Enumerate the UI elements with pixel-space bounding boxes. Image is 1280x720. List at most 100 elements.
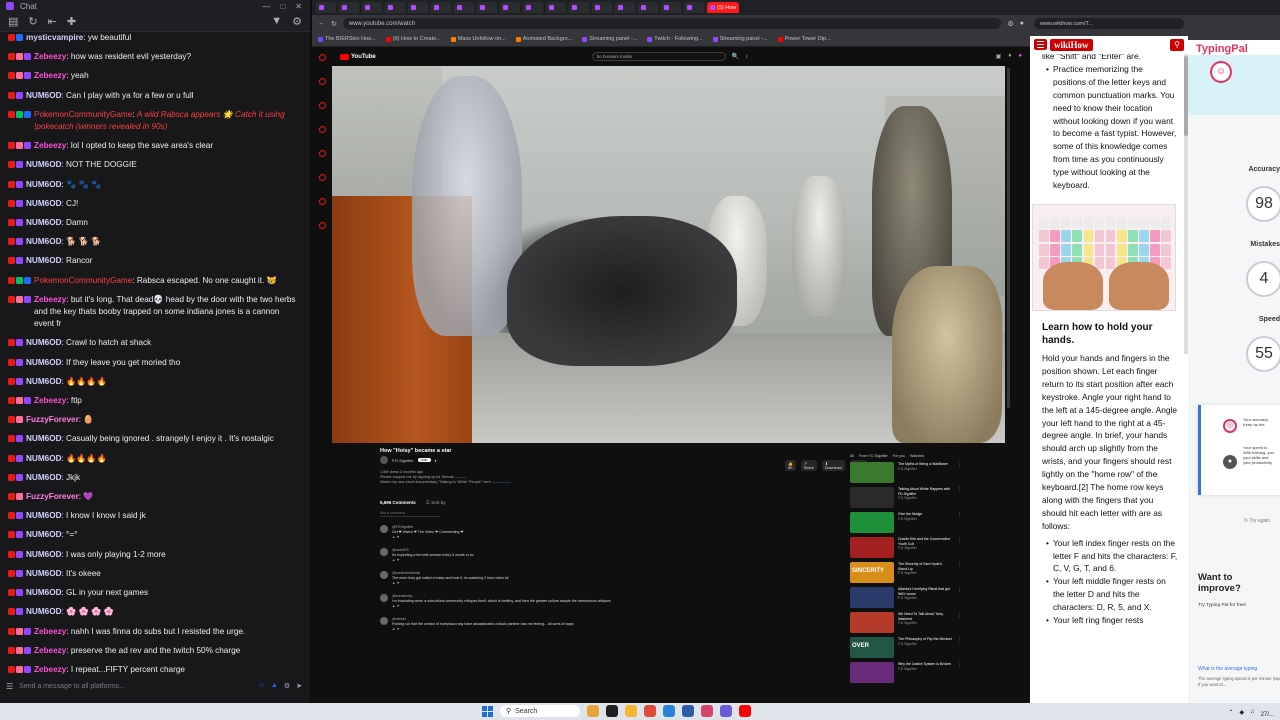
- chat-username[interactable]: NUM6OD: [26, 338, 61, 347]
- filter-icon[interactable]: ▼: [271, 15, 282, 28]
- chat-username[interactable]: NUM6OD: [26, 569, 61, 578]
- browser-tab[interactable]: [684, 2, 704, 13]
- chat-username[interactable]: Zebeezy: [34, 295, 66, 304]
- recommended-video[interactable]: Talking About White Rappers with FD Sign…: [850, 487, 962, 508]
- close-icon[interactable]: ✕: [295, 2, 302, 11]
- bookmark-item[interactable]: The B/ERSkin Hoo...: [318, 36, 376, 42]
- more-options-icon[interactable]: ⋮: [957, 562, 962, 583]
- search-icon[interactable]: 🔍: [732, 53, 739, 60]
- bookmark-item[interactable]: Streaming panel -...: [712, 36, 768, 42]
- chat-username[interactable]: NUM6OD: [26, 91, 61, 100]
- browser-tab[interactable]: [339, 2, 359, 13]
- dislike-icon[interactable]: ▼: [396, 604, 399, 608]
- more-options-icon[interactable]: ⋮: [957, 537, 962, 558]
- notify-bell-icon[interactable]: ♦: [435, 458, 437, 463]
- chat-username[interactable]: PokemonCommunityGame: [34, 276, 132, 285]
- browser-tab[interactable]: [569, 2, 589, 13]
- description-link[interactable]: —————: [492, 480, 511, 484]
- more-options-icon[interactable]: ⋮: [957, 637, 962, 658]
- chat-username[interactable]: NUM6OD: [26, 180, 61, 189]
- browser-tab[interactable]: [500, 2, 520, 13]
- video-action-button[interactable]: ⬇ Download: [821, 460, 845, 471]
- rail-history-icon[interactable]: [318, 150, 326, 157]
- rec-thumbnail[interactable]: [850, 462, 894, 483]
- rail-home-icon[interactable]: [318, 54, 326, 61]
- settings-icon[interactable]: ⚙: [284, 682, 290, 690]
- youtube-search-input[interactable]: bo bookem inside: [591, 52, 726, 61]
- create-icon[interactable]: ▣: [996, 53, 1002, 60]
- browser-tab[interactable]: [546, 2, 566, 13]
- rec-chip[interactable]: Watched: [910, 454, 924, 458]
- commenter-avatar[interactable]: [380, 594, 388, 602]
- article-url-field[interactable]: www.wikihow.com/T...: [1034, 18, 1184, 29]
- chat-username[interactable]: NUM6OD: [26, 237, 61, 246]
- chat-username[interactable]: NUM6OD: [26, 434, 61, 443]
- browser-tab[interactable]: [477, 2, 497, 13]
- recommended-video[interactable]: Atlanta's Horrifying Ritual that got WAY…: [850, 587, 962, 608]
- avatar[interactable]: ●: [1018, 53, 1022, 60]
- add-icon[interactable]: ✚: [67, 15, 76, 28]
- bookmark-item[interactable]: Animated Backgro...: [515, 36, 572, 42]
- windows-start-icon[interactable]: [482, 705, 493, 717]
- browser-tab[interactable]: [385, 2, 405, 13]
- add-comment-input[interactable]: Add a comment...: [380, 511, 440, 517]
- discord-icon[interactable]: [720, 705, 732, 717]
- chat-username[interactable]: NUM6OD: [26, 550, 61, 559]
- chat-username[interactable]: Zebeezy: [34, 627, 66, 636]
- edge-icon[interactable]: [663, 705, 675, 717]
- chat-username[interactable]: Zebeezy: [34, 141, 66, 150]
- chat-username[interactable]: NUM6OD: [26, 454, 61, 463]
- channel-name[interactable]: F.D Signifier: [392, 458, 414, 463]
- chat-message-list[interactable]: mysticvampire: yw beautiful Zebeezy: how …: [0, 32, 306, 675]
- tray-chevron-icon[interactable]: ⌃: [1229, 709, 1234, 716]
- browser-tab[interactable]: [615, 2, 635, 13]
- chat-username[interactable]: NUM6OD: [26, 199, 61, 208]
- layout-icon[interactable]: ▤: [8, 15, 18, 28]
- send-icon[interactable]: ➤: [296, 682, 302, 690]
- rail-shorts-icon[interactable]: [318, 78, 326, 85]
- average-speed-link[interactable]: What is the average typing: [1198, 666, 1257, 672]
- recommended-video[interactable]: Give the Nudge F.D Signifier ⋮: [850, 512, 962, 533]
- video-description[interactable]: 1.5M views 3 months ago Please support m…: [380, 470, 840, 485]
- browser-tab[interactable]: [454, 2, 474, 13]
- try-again-link[interactable]: ↻ Try again: [1244, 518, 1270, 524]
- rec-thumbnail[interactable]: [850, 662, 894, 683]
- more-options-icon[interactable]: ⋮: [957, 487, 962, 508]
- url-field[interactable]: www.youtube.com/watch: [342, 18, 1002, 29]
- chat-username[interactable]: Zebeezy: [34, 646, 66, 655]
- rail-library-icon[interactable]: [318, 126, 326, 133]
- rail-more-icon[interactable]: [318, 222, 326, 229]
- wifi-icon[interactable]: ◆: [1240, 709, 1245, 716]
- recommended-video[interactable]: OVER The Philosophy of Flip the Mindset F.…: [850, 637, 962, 658]
- commenter-avatar[interactable]: [380, 548, 388, 556]
- chat-username[interactable]: NUM6OD: [26, 160, 61, 169]
- rec-chip[interactable]: From F.D Signifier: [859, 454, 888, 458]
- browser-tab[interactable]: (5) How: [707, 2, 740, 13]
- browser-tab[interactable]: [523, 2, 543, 13]
- chat-username[interactable]: PokemonCommunityGame: [34, 110, 132, 119]
- clock[interactable]: 27/...: [1261, 706, 1274, 718]
- rail-liked-icon[interactable]: [318, 198, 326, 205]
- youtube-app-icon[interactable]: [739, 705, 751, 717]
- bookmark-item[interactable]: Streaming panel -...: [582, 36, 637, 42]
- rail-subs-icon[interactable]: [318, 102, 326, 109]
- rec-thumbnail[interactable]: [850, 587, 894, 608]
- video-action-button[interactable]: 👍 8K: [785, 460, 796, 471]
- terminal-icon[interactable]: [606, 705, 618, 717]
- browser-tab[interactable]: [638, 2, 658, 13]
- video-player[interactable]: [332, 66, 1005, 443]
- rec-thumbnail[interactable]: [850, 512, 894, 533]
- improve-subtext[interactable]: Try Typing Pal for free!: [1198, 603, 1246, 608]
- notifications-icon[interactable]: ♦: [1008, 53, 1011, 60]
- bookmark-item[interactable]: Mass Unfollow on...: [450, 36, 506, 42]
- more-options-icon[interactable]: ⋮: [957, 662, 962, 683]
- search-icon[interactable]: ⚲: [1170, 38, 1184, 51]
- dislike-icon[interactable]: ▼: [396, 535, 399, 539]
- chat-username[interactable]: NUM6OD: [26, 377, 61, 386]
- obs-icon[interactable]: [701, 705, 713, 717]
- chat-username[interactable]: Zebeezy: [34, 396, 66, 405]
- wikihow-logo[interactable]: wikiHow: [1050, 38, 1093, 51]
- more-options-icon[interactable]: ⋮: [957, 612, 962, 633]
- chat-username[interactable]: NUM6OD: [26, 218, 61, 227]
- mic-icon[interactable]: ♪: [745, 54, 748, 60]
